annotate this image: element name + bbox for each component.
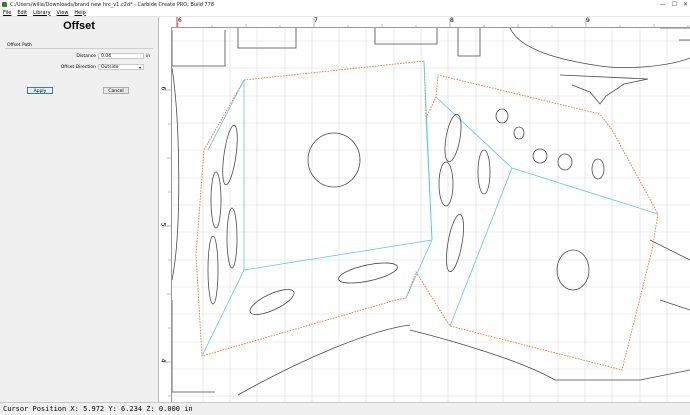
ruler-left: 6 5 4: [159, 27, 172, 402]
distance-input[interactable]: 0.04: [98, 53, 144, 59]
chevron-down-icon: ▾: [138, 65, 141, 70]
offset-panel: Offset Offset Path Distance 0.04 in Offs…: [0, 17, 159, 402]
ruler-left-label-6: 6: [159, 86, 167, 91]
ruler-left-label-5: 5: [159, 222, 167, 227]
ruler-top: 6 7 8 9: [171, 17, 690, 28]
menu-library[interactable]: Library: [33, 10, 50, 16]
distance-unit: in: [146, 54, 151, 59]
menu-help[interactable]: Help: [74, 10, 85, 16]
cancel-button[interactable]: Cancel: [103, 87, 129, 94]
ruler-top-label-6: 6: [178, 17, 182, 24]
offset-paths[interactable]: [195, 60, 659, 371]
minimize-button[interactable]: —: [660, 0, 666, 9]
ruler-top-label-9: 9: [586, 17, 590, 24]
dice-pips[interactable]: [207, 108, 605, 319]
title-bar: C:/Users/willa/Downloads/brand new hrc_v…: [0, 0, 690, 9]
status-bar: Cursor Position X: 5.972 Y: 6.234 Z: 0.0…: [0, 402, 690, 414]
app-logo-icon: [2, 2, 7, 7]
menu-file[interactable]: File: [3, 10, 11, 16]
canvas-drawing[interactable]: [159, 17, 690, 402]
ruler-left-label-4: 4: [159, 358, 167, 363]
window-title: C:/Users/willa/Downloads/brand new hrc_v…: [10, 1, 215, 8]
menu-bar: File Edit Library View Help: [0, 9, 690, 17]
distance-label: Distance: [76, 54, 96, 59]
design-canvas[interactable]: [159, 17, 690, 402]
ruler-top-label-8: 8: [450, 17, 454, 24]
cursor-position-readout: Cursor Position X: 5.972 Y: 6.234 Z: 0.0…: [3, 405, 193, 413]
group-divider: [5, 48, 153, 49]
ruler-top-label-7: 7: [314, 17, 318, 24]
apply-button[interactable]: Apply: [27, 87, 53, 94]
ruler-corner: [159, 17, 171, 27]
menu-view[interactable]: View: [57, 10, 69, 16]
panel-title: Offset: [63, 20, 95, 32]
maximize-button[interactable]: ☐: [672, 0, 677, 9]
close-button[interactable]: ✕: [683, 0, 688, 9]
offset-direction-label: Offset Direction: [60, 65, 96, 70]
offset-direction-select[interactable]: Outside ▾: [98, 64, 144, 70]
offset-direction-value: Outside: [101, 65, 119, 70]
menu-edit[interactable]: Edit: [17, 10, 27, 16]
